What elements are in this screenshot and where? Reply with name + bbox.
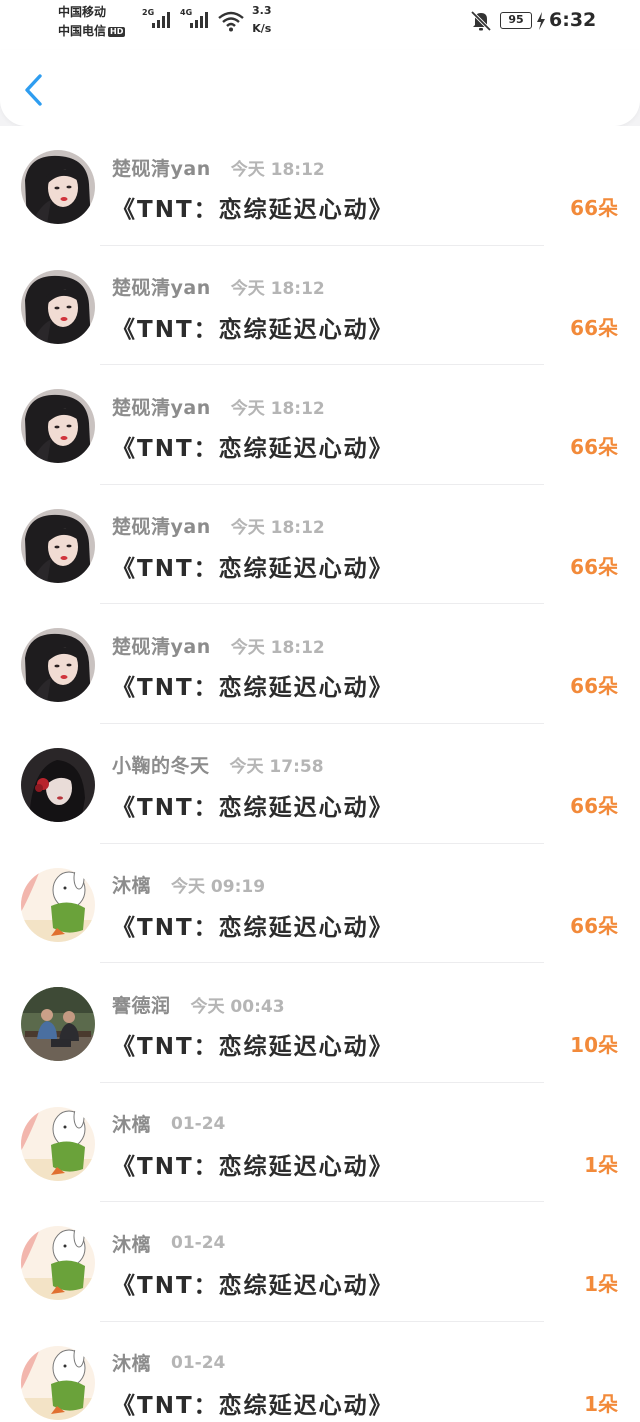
gift-record-list: 楚砚清yan 今天 18:12 《TNT：恋综延迟心动》 66朵 楚砚清yan … xyxy=(0,126,640,1422)
flower-count: 1朵 xyxy=(584,1272,618,1297)
flower-count: 10朵 xyxy=(570,1033,618,1058)
battery-indicator: 95 xyxy=(500,12,532,29)
item-meta: 沐樆 01-24 xyxy=(112,1350,225,1376)
list-item-3[interactable]: 楚砚清yan 今天 18:12 《TNT：恋综延迟心动》 66朵 xyxy=(0,365,640,485)
book-title[interactable]: 《TNT：恋综延迟心动》 xyxy=(112,1266,394,1300)
username: 楚砚清yan xyxy=(112,277,211,300)
list-item-2[interactable]: 楚砚清yan 今天 18:12 《TNT：恋综延迟心动》 66朵 xyxy=(0,246,640,366)
book-title[interactable]: 《TNT：恋综延迟心动》 xyxy=(112,668,394,702)
flower-count: 1朵 xyxy=(584,1391,618,1416)
timestamp: 今天 18:12 xyxy=(230,279,325,300)
list-item-10[interactable]: 沐樆 01-24 《TNT：恋综延迟心动》 1朵 xyxy=(0,1202,640,1322)
hd-badge: HD xyxy=(108,27,126,37)
item-meta: 謇德润 今天 00:43 xyxy=(112,991,285,1017)
item-meta: 沐樆 01-24 xyxy=(112,1111,225,1137)
username: 沐樆 xyxy=(112,875,152,898)
book-title[interactable]: 《TNT：恋综延迟心动》 xyxy=(112,549,394,583)
status-bar: 中国移动 中国电信 HD 2G 4G 3.3 K/s 95 6:32 xyxy=(0,0,640,50)
clock: 6:32 xyxy=(549,9,597,31)
username: 沐樆 xyxy=(112,1114,152,1137)
username: 小鞠的冬天 xyxy=(112,755,210,778)
carrier-name-2: 中国电信 xyxy=(58,24,107,38)
girl-red-flower-avatar[interactable] xyxy=(21,747,95,822)
book-title[interactable]: 《TNT：恋综延迟心动》 xyxy=(112,908,394,942)
flower-count: 66朵 xyxy=(570,315,618,340)
list-item-5[interactable]: 楚砚清yan 今天 18:12 《TNT：恋综延迟心动》 66朵 xyxy=(0,604,640,724)
speed-unit: K/s xyxy=(252,22,272,35)
back-button[interactable] xyxy=(20,72,50,108)
list-item-11[interactable]: 沐樆 01-24 《TNT：恋综延迟心动》 1朵 xyxy=(0,1322,640,1422)
book-title[interactable]: 《TNT：恋综延迟心动》 xyxy=(112,1386,394,1420)
flower-count: 66朵 xyxy=(570,793,618,818)
flower-count: 66朵 xyxy=(570,435,618,460)
carrier-name-1: 中国移动 xyxy=(58,5,107,19)
mute-bell-icon xyxy=(470,10,492,32)
item-meta: 沐樆 01-24 xyxy=(112,1230,225,1256)
list-item-4[interactable]: 楚砚清yan 今天 18:12 《TNT：恋综延迟心动》 66朵 xyxy=(0,485,640,605)
username: 楚砚清yan xyxy=(112,635,211,658)
list-item-7[interactable]: 沐樆 今天 09:19 《TNT：恋综延迟心动》 66朵 xyxy=(0,844,640,964)
flower-count: 66朵 xyxy=(570,196,618,220)
wifi-icon xyxy=(218,11,244,32)
girl-dark-hair-avatar[interactable] xyxy=(21,628,95,703)
timestamp: 今天 18:12 xyxy=(230,159,325,180)
speed-value: 3.3 xyxy=(252,4,272,17)
item-meta: 楚砚清yan 今天 18:12 xyxy=(112,274,325,300)
list-item-6[interactable]: 小鞠的冬天 今天 17:58 《TNT：恋综延迟心动》 66朵 xyxy=(0,724,640,844)
girl-dark-hair-avatar[interactable] xyxy=(21,269,95,344)
carrier-info: 中国移动 中国电信 HD xyxy=(58,3,126,41)
flower-count: 1朵 xyxy=(584,1152,618,1177)
timestamp: 今天 18:12 xyxy=(230,398,325,419)
girl-dark-hair-avatar[interactable] xyxy=(21,150,95,224)
timestamp: 今天 17:58 xyxy=(229,757,324,778)
item-meta: 楚砚清yan 今天 18:12 xyxy=(112,393,325,419)
book-title[interactable]: 《TNT：恋综延迟心动》 xyxy=(112,788,394,822)
flower-count: 66朵 xyxy=(570,554,618,579)
girl-dark-hair-avatar[interactable] xyxy=(21,389,95,464)
network-speed: 3.3 K/s xyxy=(252,2,272,38)
list-item-9[interactable]: 沐樆 01-24 《TNT：恋综延迟心动》 1朵 xyxy=(0,1083,640,1203)
username: 楚砚清yan xyxy=(112,396,211,419)
girl-dark-hair-avatar[interactable] xyxy=(21,508,95,583)
cartoon-bunny-avatar[interactable] xyxy=(21,1226,95,1301)
list-item-1[interactable]: 楚砚清yan 今天 18:12 《TNT：恋综延迟心动》 66朵 xyxy=(0,126,640,246)
navigation-bar xyxy=(0,50,640,126)
chevron-left-icon xyxy=(25,74,42,106)
book-title[interactable]: 《TNT：恋综延迟心动》 xyxy=(112,190,394,224)
book-title[interactable]: 《TNT：恋综延迟心动》 xyxy=(112,1027,394,1061)
timestamp: 今天 00:43 xyxy=(190,996,285,1017)
timestamp: 01-24 xyxy=(171,1352,226,1373)
item-meta: 沐樆 今天 09:19 xyxy=(112,872,265,898)
timestamp: 今天 09:19 xyxy=(171,877,266,898)
item-meta: 楚砚清yan 今天 18:12 xyxy=(112,632,325,658)
item-meta: 楚砚清yan 今天 18:12 xyxy=(112,513,325,539)
timestamp: 今天 18:12 xyxy=(230,518,325,539)
cartoon-bunny-avatar[interactable] xyxy=(21,1345,95,1420)
cartoon-bunny-avatar[interactable] xyxy=(21,867,95,942)
list-item-8[interactable]: 謇德润 今天 00:43 《TNT：恋综延迟心动》 10朵 xyxy=(0,963,640,1083)
username: 楚砚清yan xyxy=(112,157,211,180)
book-title[interactable]: 《TNT：恋综延迟心动》 xyxy=(112,310,394,344)
charging-bolt-icon xyxy=(537,12,545,30)
username: 沐樆 xyxy=(112,1233,152,1256)
flower-count: 66朵 xyxy=(570,674,618,699)
username: 楚砚清yan xyxy=(112,516,211,539)
item-meta: 楚砚清yan 今天 18:12 xyxy=(112,154,325,180)
book-title[interactable]: 《TNT：恋综延迟心动》 xyxy=(112,429,394,463)
cartoon-bunny-avatar[interactable] xyxy=(21,1106,95,1181)
timestamp: 今天 18:12 xyxy=(230,637,325,658)
timestamp: 01-24 xyxy=(171,1113,226,1134)
username: 沐樆 xyxy=(112,1353,152,1376)
timestamp: 01-24 xyxy=(171,1233,226,1254)
item-meta: 小鞠的冬天 今天 17:58 xyxy=(112,752,324,778)
two-people-photo-avatar[interactable] xyxy=(21,987,95,1062)
flower-count: 66朵 xyxy=(570,913,618,938)
book-title[interactable]: 《TNT：恋综延迟心动》 xyxy=(112,1147,394,1181)
username: 謇德润 xyxy=(112,994,171,1017)
